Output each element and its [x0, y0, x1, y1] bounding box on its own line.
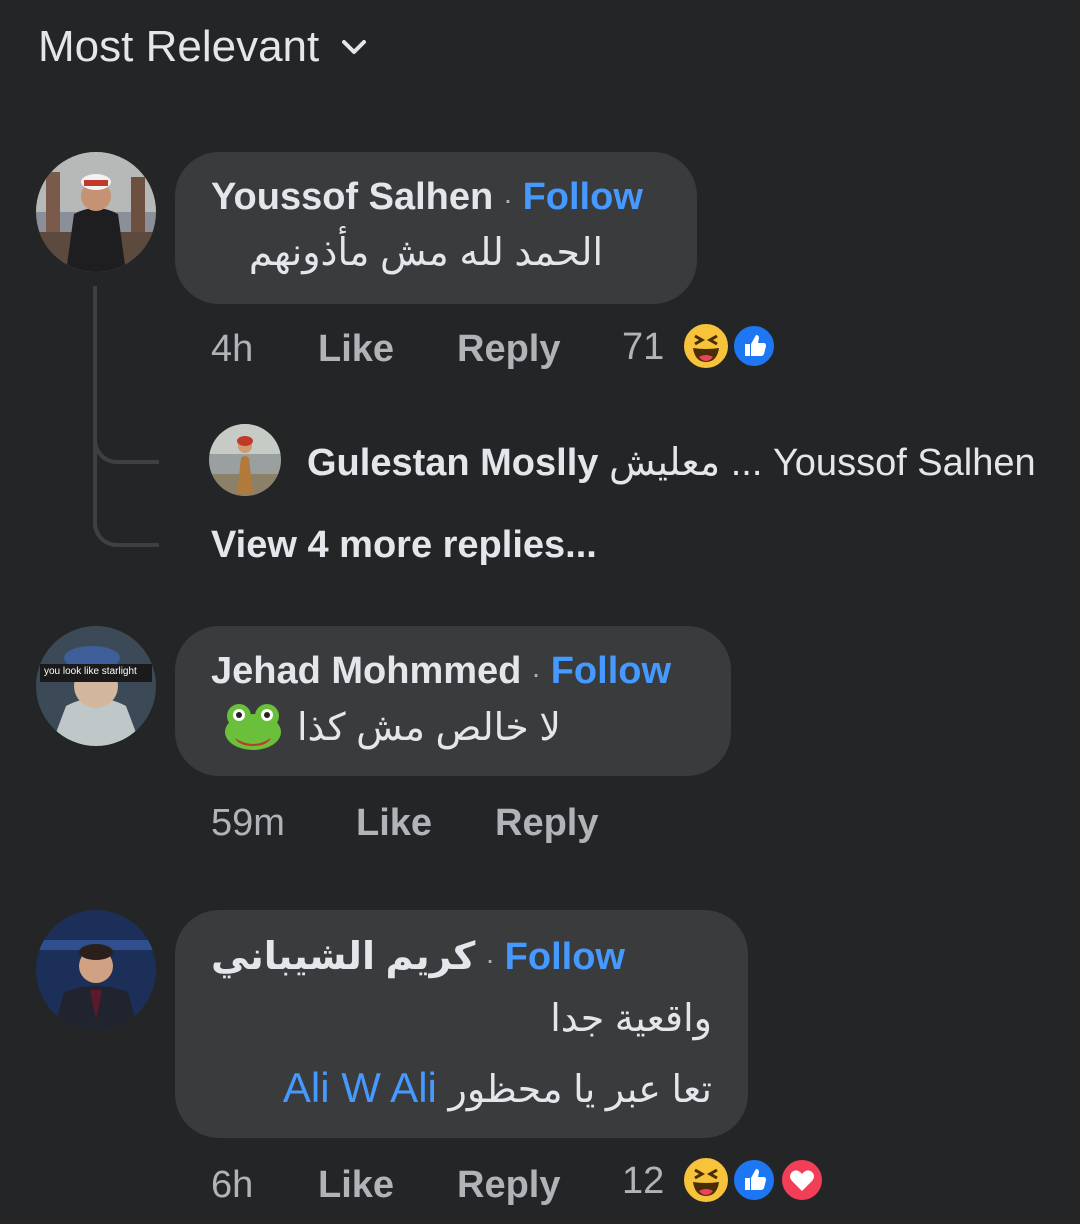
reply-avatar[interactable]	[209, 424, 281, 496]
comment-text: الحمد لله مش مأذونهم	[248, 232, 603, 274]
comment-bubble: كريم الشيباني · Follow واقعية جدا Ali W Al…	[175, 910, 748, 1138]
avatar-caption: you look like starlight	[44, 666, 137, 677]
reply-text: Youssof Salhen ... معليش	[608, 442, 1036, 484]
chevron-down-icon	[342, 40, 367, 54]
comment-time[interactable]: 59m	[211, 802, 285, 845]
thread-branch	[93, 461, 159, 547]
sort-dropdown[interactable]: Most Relevant	[38, 22, 369, 72]
avatar[interactable]: you look like starlight	[36, 626, 156, 746]
separator-dot: ·	[485, 944, 495, 975]
haha-reaction-icon	[680, 320, 732, 372]
follow-button[interactable]: Follow	[505, 936, 625, 978]
comment-time[interactable]: 6h	[211, 1164, 253, 1207]
follow-button[interactable]: Follow	[551, 650, 671, 692]
like-button[interactable]: Like	[318, 1164, 394, 1207]
view-more-replies[interactable]: View 4 more replies...	[211, 524, 597, 567]
comment-bubble: Jehad Mohmmed · Follow لا خالص مش كذا	[175, 626, 731, 776]
like-reaction-icon	[730, 322, 778, 370]
thread-branch	[93, 400, 159, 464]
follow-button[interactable]: Follow	[523, 176, 643, 218]
love-reaction-icon	[778, 1156, 826, 1204]
like-button[interactable]: Like	[318, 328, 394, 371]
comment-text: لا خالص مش كذا	[297, 706, 561, 749]
reply-button[interactable]: Reply	[457, 1164, 560, 1207]
avatar[interactable]	[36, 910, 156, 1030]
reply-button[interactable]: Reply	[495, 802, 598, 845]
reply-button[interactable]: Reply	[457, 328, 560, 371]
reply-preview[interactable]: Gulestan Moslly Youssof Salhen ... معليش	[307, 440, 1036, 485]
comment-author[interactable]: Jehad Mohmmed	[211, 650, 521, 692]
comment-text-line: تعا عبر يا محظور	[448, 1069, 712, 1111]
frog-face-icon	[225, 704, 281, 750]
separator-dot: ·	[503, 184, 513, 215]
mention-link[interactable]: Ali W Ali	[283, 1064, 437, 1111]
comment-bubble: Youssof Salhen · Follow الحمد لله مش مأذون…	[175, 152, 697, 304]
haha-reaction-icon	[680, 1154, 732, 1206]
reaction-count[interactable]: 12	[622, 1160, 664, 1203]
comment-text-line: واقعية جدا	[550, 998, 712, 1040]
reply-author: Gulestan Moslly	[307, 442, 599, 484]
sort-label: Most Relevant	[38, 22, 320, 71]
comment-author[interactable]: Youssof Salhen	[211, 176, 493, 218]
like-button[interactable]: Like	[356, 802, 432, 845]
reactions[interactable]	[680, 1154, 830, 1206]
avatar[interactable]	[36, 152, 156, 272]
reaction-count[interactable]: 71	[622, 326, 664, 369]
reactions[interactable]	[680, 320, 790, 372]
comment-author[interactable]: كريم الشيباني	[211, 936, 475, 978]
like-reaction-icon	[730, 1156, 778, 1204]
separator-dot: ·	[531, 658, 541, 689]
comment-time[interactable]: 4h	[211, 328, 253, 371]
